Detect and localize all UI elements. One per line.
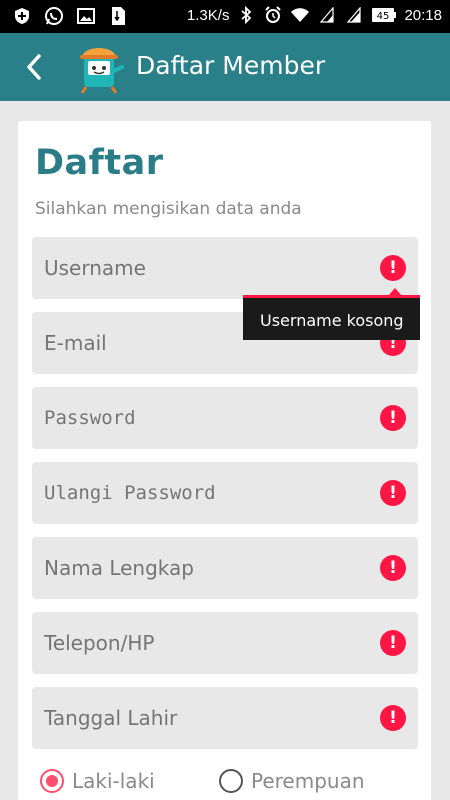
chevron-left-icon (27, 54, 41, 80)
alert-icon: ! (380, 555, 406, 581)
alert-icon: ! (380, 405, 406, 431)
confirm-password-input[interactable] (44, 482, 364, 504)
signal-icon (317, 5, 337, 25)
battery-level: 45 (377, 11, 390, 22)
registration-card: Daftar Silahkan mengisikan data anda ! !… (18, 121, 431, 800)
app-bar: Daftar Member (0, 33, 450, 101)
phone-input[interactable] (44, 631, 364, 655)
gender-option-male[interactable]: Laki-laki (40, 769, 155, 793)
error-tooltip: Username kosong (243, 295, 420, 340)
signal-icon (344, 5, 364, 25)
file-icon (108, 6, 128, 26)
confirm-password-field[interactable]: ! (32, 462, 418, 524)
username-field[interactable]: ! (32, 237, 418, 299)
password-field[interactable]: ! (32, 387, 418, 449)
form-subtitle: Silahkan mengisikan data anda (35, 199, 302, 219)
battery-icon: 45 (371, 5, 397, 25)
clock: 20:18 (404, 6, 442, 24)
error-tooltip-text: Username kosong (260, 311, 404, 330)
password-input[interactable] (44, 407, 364, 429)
birth-date-input[interactable] (44, 706, 364, 730)
alert-icon: ! (380, 480, 406, 506)
gender-option-female[interactable]: Perempuan (219, 769, 365, 793)
form-title: Daftar (35, 143, 164, 183)
full-name-field[interactable]: ! (32, 537, 418, 599)
phone-field[interactable]: ! (32, 612, 418, 674)
username-input[interactable] (44, 256, 364, 280)
status-bar: 1.3K/s 45 20:18 (0, 0, 450, 33)
radio-female[interactable] (219, 769, 243, 793)
full-name-input[interactable] (44, 556, 364, 580)
image-icon (76, 6, 96, 26)
bluetooth-icon (236, 5, 256, 25)
wifi-icon (290, 5, 310, 25)
radio-female-label: Perempuan (251, 769, 365, 793)
alert-icon: ! (380, 705, 406, 731)
back-button[interactable] (14, 47, 54, 87)
whatsapp-icon (44, 6, 64, 26)
radio-male-label: Laki-laki (72, 769, 155, 793)
alert-icon: ! (380, 255, 406, 281)
network-speed: 1.3K/s (186, 6, 230, 24)
app-title: Daftar Member (136, 51, 326, 80)
radio-male[interactable] (40, 769, 64, 793)
system-status: 1.3K/s 45 20:18 (187, 5, 442, 25)
alert-icon: ! (380, 630, 406, 656)
mascot-logo-icon (72, 41, 126, 95)
alarm-icon (263, 5, 283, 25)
shield-plus-icon (12, 6, 32, 26)
notification-icons (12, 6, 128, 26)
birth-date-field[interactable]: ! (32, 687, 418, 749)
